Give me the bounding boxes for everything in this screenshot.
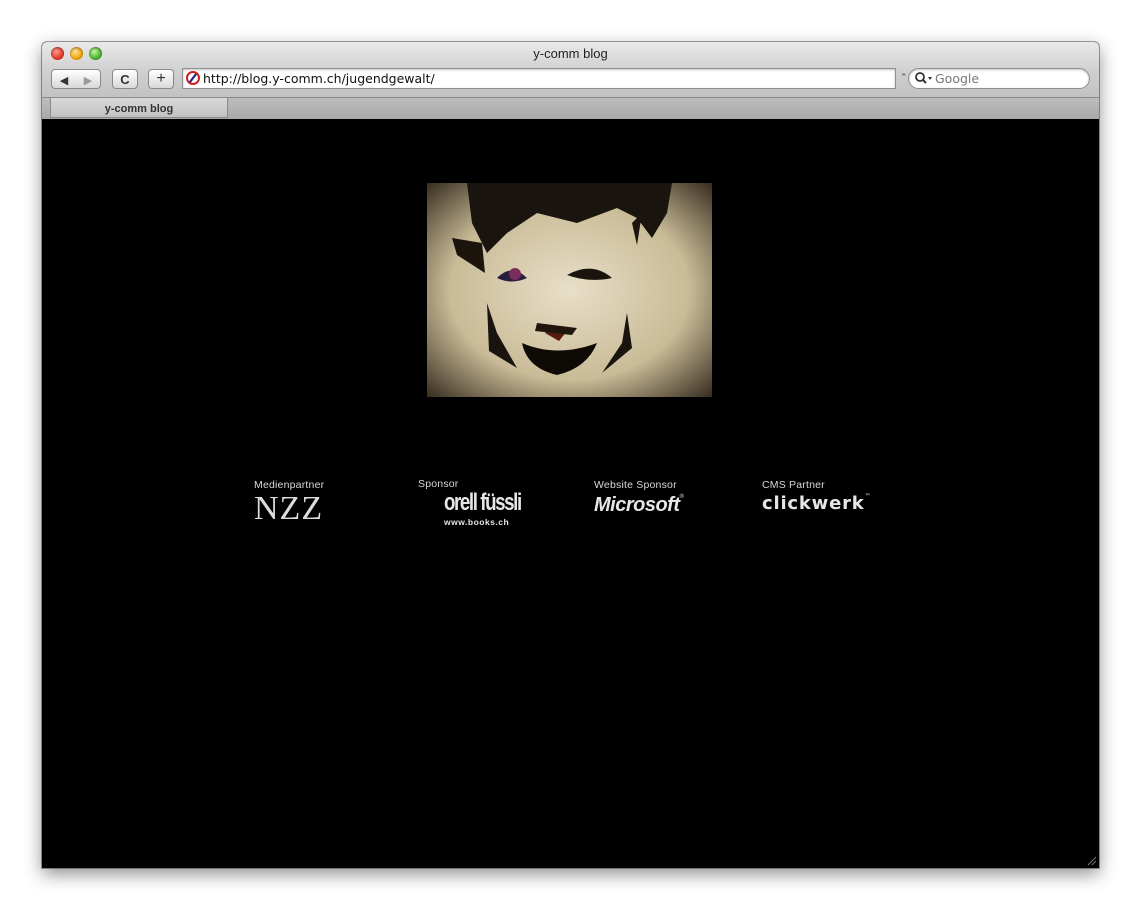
tab-bar: y-comm blog <box>42 97 1099 119</box>
microsoft-logo[interactable]: Microsoft® <box>594 494 684 517</box>
back-forward-buttons: ◀ ▶ <box>51 69 101 89</box>
site-favicon-icon <box>186 71 200 85</box>
forward-button[interactable]: ▶ <box>76 71 100 91</box>
hero-illustration-image <box>427 183 712 397</box>
orell-fuessli-logo[interactable]: orell füssli <box>444 491 522 515</box>
partner-label: CMS Partner <box>762 479 825 491</box>
add-bookmark-button[interactable]: + <box>148 69 174 89</box>
partner-label: Website Sponsor <box>594 479 677 491</box>
reload-button[interactable]: C <box>112 69 138 89</box>
browser-titlebar: y-comm blog ◀ ▶ C + http://blog.y-comm.ch… <box>42 42 1099 119</box>
nzz-logo[interactable]: NZZ <box>254 492 324 526</box>
address-url[interactable]: http://blog.y-comm.ch/jugendgewalt/ <box>203 71 435 86</box>
back-button[interactable]: ◀ <box>52 71 76 91</box>
clickwerk-logo[interactable]: clickwerk™ <box>762 493 871 514</box>
orell-fuessli-url: www.books.ch <box>444 517 510 527</box>
browser-window: y-comm blog ◀ ▶ C + http://blog.y-comm.ch… <box>42 42 1099 868</box>
resize-handle-icon[interactable] <box>1086 855 1097 866</box>
url-dropdown-icon[interactable]: ⌃ <box>900 72 908 83</box>
window-title: y-comm blog <box>533 46 608 61</box>
search-icon[interactable] <box>914 71 934 86</box>
tab-y-comm-blog[interactable]: y-comm blog <box>50 98 228 118</box>
partner-microsoft[interactable]: Website Sponsor Microsoft® <box>594 479 684 517</box>
partner-clickwerk[interactable]: CMS Partner clickwerk™ <box>762 479 871 514</box>
partner-nzz[interactable]: Medienpartner NZZ <box>254 479 324 526</box>
page-content: Medienpartner NZZ Sponsor orell füssli w… <box>42 119 1099 868</box>
search-input[interactable] <box>935 70 1083 87</box>
partner-orell-fuessli[interactable]: Sponsor orell füssli www.books.ch <box>418 478 528 528</box>
search-field[interactable] <box>908 68 1090 89</box>
address-bar[interactable]: http://blog.y-comm.ch/jugendgewalt/ <box>182 68 896 89</box>
